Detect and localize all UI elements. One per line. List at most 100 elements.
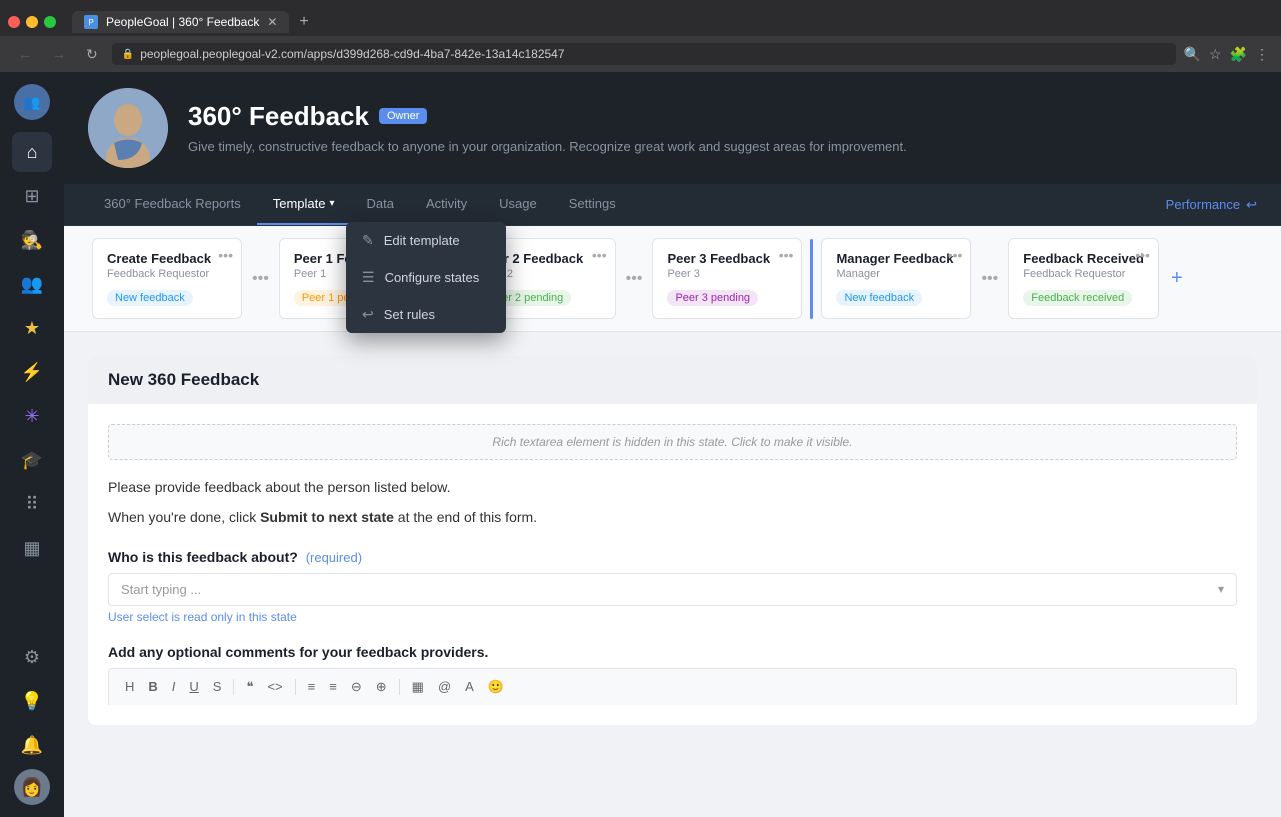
app-title: 360° Feedback <box>188 101 369 132</box>
sidebar-item-people[interactable]: 🕵 <box>12 220 52 260</box>
toolbar-underline[interactable]: U <box>185 677 202 696</box>
stage-pipeline: ••• Create Feedback Feedback Requestor N… <box>64 226 1281 332</box>
stage-badge: Feedback received <box>1023 290 1132 306</box>
who-feedback-input[interactable]: Start typing ... ▾ <box>108 573 1237 606</box>
pipeline-separator: ••• <box>620 270 649 288</box>
hidden-element-notice[interactable]: Rich textarea element is hidden in this … <box>108 424 1237 460</box>
set-rules-label: Set rules <box>384 307 435 322</box>
add-stage-button[interactable]: + <box>1163 267 1191 290</box>
sidebar-item-home[interactable]: ⌂ <box>12 132 52 172</box>
menu-icon[interactable]: ⋮ <box>1255 46 1269 63</box>
stage-sub: Manager <box>836 268 956 280</box>
sidebar-item-tips[interactable]: 💡 <box>12 681 52 721</box>
toolbar-separator <box>233 679 234 695</box>
stage-dots[interactable]: ••• <box>779 247 794 263</box>
bookmark-icon[interactable]: ☆ <box>1209 46 1222 63</box>
back-button[interactable]: ← <box>12 44 38 64</box>
app-header-info: 360° Feedback Owner Give timely, constru… <box>188 101 1257 156</box>
sidebar-item-goals[interactable]: ★ <box>12 308 52 348</box>
address-bar[interactable]: 🔒 peoplegoal.peoplegoal-v2.com/apps/d399… <box>112 43 1176 65</box>
browser-tab[interactable]: P PeopleGoal | 360° Feedback ✕ <box>72 11 289 33</box>
stage-dots[interactable]: ••• <box>948 247 963 263</box>
tab-data[interactable]: Data <box>351 184 410 225</box>
stage-manager-feedback[interactable]: ••• Manager Feedback Manager New feedbac… <box>821 238 971 319</box>
sidebar-item-hierarchy[interactable]: ⠿ <box>12 484 52 524</box>
toolbar-blockquote[interactable]: ❝ <box>242 677 257 697</box>
stage-peer3-feedback[interactable]: ••• Peer 3 Feedback Peer 3 Peer 3 pendin… <box>652 238 802 319</box>
user-avatar[interactable]: 👩 <box>14 769 50 805</box>
performance-label: Performance <box>1166 197 1240 212</box>
traffic-light-red[interactable] <box>8 16 20 28</box>
stage-dots[interactable]: ••• <box>218 247 233 263</box>
tab-activity[interactable]: Activity <box>410 184 483 225</box>
dropdown-item-configure-states[interactable]: ☰ Configure states <box>346 259 506 296</box>
sidebar-logo: 👥 <box>14 84 50 120</box>
traffic-lights <box>8 16 56 28</box>
sidebar-item-table[interactable]: ▦ <box>12 528 52 568</box>
sidebar-item-lightning[interactable]: ⚡ <box>12 352 52 392</box>
toolbar-color[interactable]: A <box>461 677 478 696</box>
form-title: New 360 Feedback <box>108 370 1237 390</box>
who-feedback-label: Who is this feedback about? (required) <box>108 549 1237 565</box>
sidebar-item-feedback[interactable]: 👥 <box>12 264 52 304</box>
sidebar-item-notifications[interactable]: 🔔 <box>12 725 52 765</box>
configure-states-label: Configure states <box>385 270 480 285</box>
sidebar-item-asterisk[interactable]: ✳ <box>12 396 52 436</box>
stage-title: Peer 3 Feedback <box>667 251 787 266</box>
toolbar-emoji[interactable]: 🙂 <box>484 677 508 697</box>
search-icon[interactable]: 🔍 <box>1184 46 1201 63</box>
people-icon: 🕵 <box>21 230 43 251</box>
tab-template[interactable]: Template ▾ <box>257 184 351 225</box>
form-header: New 360 Feedback <box>88 356 1257 404</box>
instruction-2-prefix: When you're done, click <box>108 509 260 525</box>
traffic-light-green[interactable] <box>44 16 56 28</box>
extension-icon[interactable]: 🧩 <box>1230 46 1247 63</box>
tab-close-button[interactable]: ✕ <box>267 15 277 29</box>
forward-button[interactable]: → <box>46 44 72 64</box>
configure-icon: ☰ <box>362 269 375 286</box>
toolbar-unordered-list[interactable]: ≡ <box>325 677 341 696</box>
edit-icon: ✎ <box>362 232 374 249</box>
toolbar-table[interactable]: ▦ <box>408 677 428 697</box>
owner-badge: Owner <box>379 108 427 124</box>
home-icon: ⌂ <box>27 142 38 163</box>
toolbar-italic[interactable]: I <box>168 677 180 696</box>
sidebar-item-dashboard[interactable]: ⊞ <box>12 176 52 216</box>
toolbar-indent-less[interactable]: ⊖ <box>347 677 366 697</box>
stage-title: Manager Feedback <box>836 251 956 266</box>
toolbar-code[interactable]: <> <box>263 677 286 696</box>
goals-icon: ★ <box>24 318 40 339</box>
toolbar-mention[interactable]: @ <box>434 677 455 696</box>
tab-reports[interactable]: 360° Feedback Reports <box>88 184 257 225</box>
dropdown-item-edit-template[interactable]: ✎ Edit template <box>346 222 506 259</box>
form-main-body: Rich textarea element is hidden in this … <box>88 404 1257 725</box>
toolbar-heading[interactable]: H <box>121 677 138 696</box>
stage-badge: Peer 3 pending <box>667 290 758 306</box>
stage-dots[interactable]: ••• <box>592 247 607 263</box>
graduation-icon: 🎓 <box>21 450 43 471</box>
tab-usage[interactable]: Usage <box>483 184 553 225</box>
traffic-light-yellow[interactable] <box>26 16 38 28</box>
bulb-icon: 💡 <box>21 691 43 712</box>
nav-tabs: 360° Feedback Reports Template ▾ Data Ac… <box>64 184 1281 226</box>
tab-favicon: P <box>84 15 98 29</box>
toolbar-ordered-list[interactable]: ≡ <box>304 677 320 696</box>
stage-create-feedback[interactable]: ••• Create Feedback Feedback Requestor N… <box>92 238 242 319</box>
settings-icon: ⚙ <box>24 647 40 668</box>
stage-dots[interactable]: ••• <box>1135 247 1150 263</box>
sidebar-item-settings[interactable]: ⚙ <box>12 637 52 677</box>
sidebar: 👥 ⌂ ⊞ 🕵 👥 ★ ⚡ ✳ 🎓 ⠿ ▦ <box>0 72 64 817</box>
instruction-2-suffix: at the end of this form. <box>394 509 537 525</box>
lightning-icon: ⚡ <box>21 362 43 383</box>
stage-badge: New feedback <box>836 290 922 306</box>
new-tab-button[interactable]: + <box>293 13 314 31</box>
toolbar-indent-more[interactable]: ⊕ <box>372 677 391 697</box>
tab-settings[interactable]: Settings <box>553 184 632 225</box>
sidebar-item-learning[interactable]: 🎓 <box>12 440 52 480</box>
toolbar-strikethrough[interactable]: S <box>209 677 226 696</box>
toolbar-bold[interactable]: B <box>144 677 161 696</box>
dropdown-item-set-rules[interactable]: ↩ Set rules <box>346 296 506 333</box>
performance-button[interactable]: Performance ↩ <box>1166 197 1257 213</box>
refresh-button[interactable]: ↻ <box>80 44 104 65</box>
stage-feedback-received[interactable]: ••• Feedback Received Feedback Requestor… <box>1008 238 1159 319</box>
